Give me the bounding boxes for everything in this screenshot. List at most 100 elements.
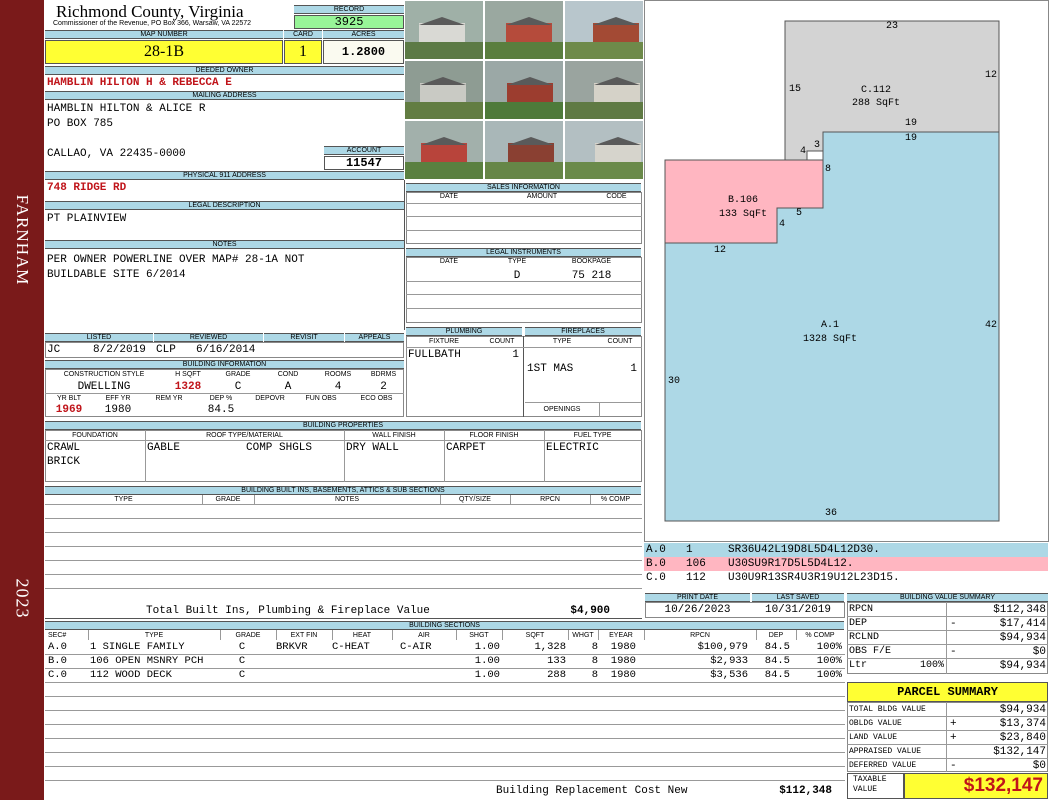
section-row-1-dep: 84.5 xyxy=(764,655,790,667)
notes-line2: BUILDABLE SITE 6/2014 xyxy=(47,269,186,281)
ps-land: $23,840 xyxy=(999,732,1046,744)
photo-house-side xyxy=(484,60,564,120)
tax-year: 2023 xyxy=(12,578,33,619)
legend-row-A.0: A.0 1 SR36U42L19D8L5D4L12D30. xyxy=(644,543,1048,557)
ps-land-label: LAND VALUE xyxy=(849,733,898,742)
sec-h-1: TYPE xyxy=(144,632,164,639)
bi-h-rpcn: RPCN xyxy=(540,496,560,503)
last-saved-label: LAST SAVED xyxy=(752,593,844,602)
dim-12: 12 xyxy=(985,70,998,81)
legend-num: 1 xyxy=(686,544,693,556)
account-number: 11547 xyxy=(324,156,404,170)
photo-shed-open xyxy=(404,60,484,120)
dim-3: 3 xyxy=(814,140,821,151)
fireplaces-label: FIREPLACES xyxy=(525,327,641,336)
photo-house-front xyxy=(564,0,644,60)
section-row-1-type: 106 OPEN MSNRY PCH xyxy=(90,655,204,667)
replacement-cost-label: Building Replacement Cost New xyxy=(496,785,688,797)
section-row-0-extfin: BRKVR xyxy=(276,641,308,653)
physical-address: 748 RIDGE RD xyxy=(47,182,127,194)
section-c-area: 288 SqFt xyxy=(851,98,900,109)
sec-h-10: RPCN xyxy=(690,632,710,639)
sec-h-11: DEP xyxy=(768,632,784,639)
ps-bldg-label: TOTAL BLDG VALUE xyxy=(849,705,926,714)
legend-desc: SR36U42L19D8L5D4L12D30. xyxy=(728,544,880,556)
map-number: 28-1B xyxy=(45,40,283,64)
photo-field-view xyxy=(564,120,644,180)
section-row-0-rpcn: $100,979 xyxy=(697,641,748,653)
replacement-cost-value: $112,348 xyxy=(779,785,832,797)
mailing-line2: PO BOX 785 xyxy=(47,118,114,130)
ps-deferred: $0 xyxy=(1032,760,1046,772)
dim-4a: 4 xyxy=(800,146,807,157)
vs-rclnd-label: RCLND xyxy=(849,632,880,643)
sec-h-4: HEAT xyxy=(352,632,372,639)
legal-description: PT PLAINVIEW xyxy=(47,213,127,225)
mailing-line1: HAMBLIN HILTON & ALICE R xyxy=(47,103,206,115)
section-row-1-shgt: 1.00 xyxy=(474,655,500,667)
vs-dep-label: DEP xyxy=(849,618,868,629)
vs-ltr-label: Ltr xyxy=(849,660,868,671)
section-row-1-sec: B.0 xyxy=(48,655,67,667)
vs-rpcn: $112,348 xyxy=(993,604,1046,616)
dim-8: 8 xyxy=(825,164,832,175)
section-b-area: 133 SqFt xyxy=(718,209,767,220)
county-title: Richmond County, Virginia xyxy=(56,2,244,21)
ps-appraised: $132,147 xyxy=(993,746,1046,758)
dim-4b: 4 xyxy=(779,219,786,230)
bi-h-comp: % COMP xyxy=(600,496,631,503)
legal-instruments-label: LEGAL INSTRUMENTS xyxy=(406,248,641,257)
section-row-1-rpcn: $2,933 xyxy=(710,655,748,667)
sec-h-8: WHGT xyxy=(572,632,594,639)
legend-code: C.0 xyxy=(646,572,666,584)
dim-19a: 19 xyxy=(905,118,918,129)
building-info-label: BUILDING INFORMATION xyxy=(45,360,404,369)
ps-taxable-label2: VALUE xyxy=(853,785,878,794)
account-label: ACCOUNT xyxy=(324,146,404,155)
dim-19b: 19 xyxy=(905,133,918,144)
section-row-1-comp: 100% xyxy=(816,655,842,667)
acres-label: ACRES xyxy=(323,30,404,39)
revisit-label: REVISIT xyxy=(264,333,344,342)
vs-dep: $17,414 xyxy=(999,618,1046,630)
commissioner-address: Commissioner of the Revenue, PO Box 366,… xyxy=(53,20,252,27)
vs-rclnd: $94,934 xyxy=(999,632,1046,644)
mailing-line3: CALLAO, VA 22435-0000 xyxy=(47,148,186,160)
vs-ltr: $94,934 xyxy=(999,660,1046,672)
notes-line1: PER OWNER POWERLINE OVER MAP# 28-1A NOT xyxy=(47,254,305,266)
legend-num: 106 xyxy=(686,558,706,570)
ps-taxable-label1: TAXABLE xyxy=(853,775,887,784)
section-a-area: 1328 SqFt xyxy=(802,334,857,345)
section-row-1-eyear: 1980 xyxy=(610,655,636,667)
section-row-1-grade: C xyxy=(238,655,246,667)
section-row-0-sqft: 1,328 xyxy=(534,641,566,653)
section-row-0-air: C-AIR xyxy=(400,641,432,653)
legal-label: LEGAL DESCRIPTION xyxy=(45,201,404,210)
photo-house-rear xyxy=(484,120,564,180)
photo-barn xyxy=(484,0,564,60)
photo-outbuilding xyxy=(564,60,644,120)
section-b-label: B.106 xyxy=(727,195,758,206)
deeded-owner-label: DEEDED OWNER xyxy=(45,66,404,75)
plumbing-label: PLUMBING xyxy=(406,327,522,336)
deeded-owner: HAMBLIN HILTON H & REBECCA E xyxy=(47,77,232,89)
section-row-2-grade: C xyxy=(238,669,246,681)
section-row-0-whgt: 8 xyxy=(591,641,598,653)
physical-label: PHYSICAL 911 ADDRESS xyxy=(45,171,404,180)
ps-obldg: $13,374 xyxy=(999,718,1046,730)
dim-42: 42 xyxy=(985,320,998,331)
legend-row-B.0: B.0 106 U30SU9R17D5L5D4L12. xyxy=(644,557,1048,571)
parcel-summary-title: PARCEL SUMMARY xyxy=(847,682,1048,702)
section-row-0-comp: 100% xyxy=(816,641,842,653)
listed-label: LISTED xyxy=(45,333,153,342)
section-row-2-whgt: 8 xyxy=(591,669,598,681)
legend-code: B.0 xyxy=(646,558,666,570)
sec-h-0: SEC# xyxy=(48,632,67,639)
section-row-1-sqft: 133 xyxy=(547,655,566,667)
legend-num: 112 xyxy=(686,572,706,584)
section-row-2-shgt: 1.00 xyxy=(474,669,500,681)
section-c-label: C.112 xyxy=(860,85,891,96)
dim-5: 5 xyxy=(796,208,803,219)
vs-obs: $0 xyxy=(1032,646,1046,658)
section-row-2-sec: C.0 xyxy=(48,669,67,681)
